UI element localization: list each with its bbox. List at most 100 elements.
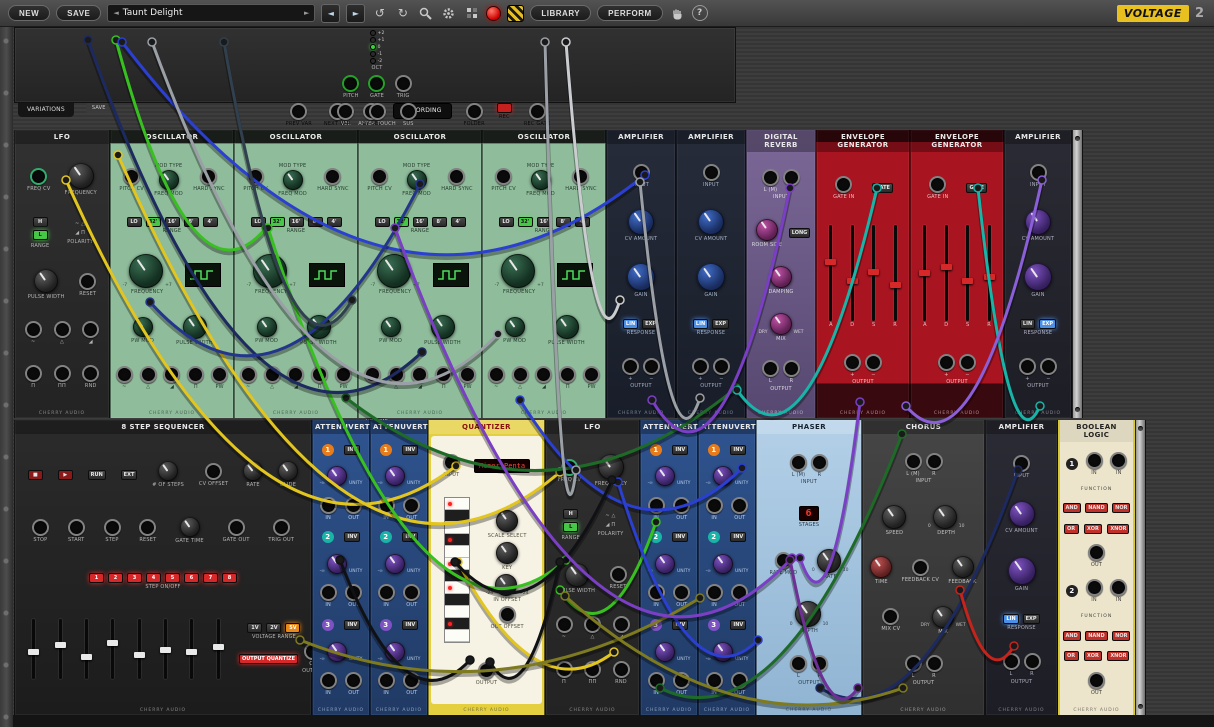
in-jack[interactable]	[706, 672, 723, 689]
8-button[interactable]: 8'	[432, 217, 447, 227]
input-jack[interactable]	[1013, 455, 1030, 472]
lin-button[interactable]: LIN	[623, 319, 638, 329]
slider-A[interactable]	[919, 225, 930, 321]
input-jack[interactable]	[633, 164, 650, 181]
exp-button[interactable]: EXP	[1039, 319, 1056, 329]
quantizer-keyboard[interactable]	[444, 497, 470, 643]
rnd-jack[interactable]	[82, 365, 99, 382]
32-button[interactable]: 32'	[394, 217, 409, 227]
folder-jack[interactable]	[466, 103, 483, 120]
inv-button[interactable]: INV	[402, 620, 418, 630]
trig-jack[interactable]	[395, 75, 412, 92]
item-jack[interactable]	[25, 321, 42, 338]
4-button[interactable]: 4'	[203, 217, 218, 227]
start-jack[interactable]	[68, 519, 85, 536]
frequency-knob[interactable]	[129, 254, 163, 288]
lo-button[interactable]: LO	[499, 217, 514, 227]
out-jack[interactable]	[1088, 672, 1105, 689]
in-jack[interactable]	[320, 672, 337, 689]
in-jack[interactable]	[1086, 579, 1103, 596]
knob-knob[interactable]	[713, 554, 733, 574]
inv-button[interactable]: INV	[402, 532, 418, 542]
in-jack[interactable]	[378, 497, 395, 514]
record-button[interactable]	[486, 6, 501, 21]
+-jack[interactable]	[622, 358, 639, 375]
inv-button[interactable]: INV	[344, 620, 360, 630]
rate-knob[interactable]	[243, 461, 263, 481]
library-button[interactable]: LIBRARY	[530, 5, 591, 21]
item-jack[interactable]	[865, 354, 882, 371]
8-button[interactable]: 8'	[308, 217, 323, 227]
pw-jack[interactable]	[583, 366, 600, 383]
frequency-knob[interactable]	[253, 254, 287, 288]
item-jack[interactable]	[388, 366, 405, 383]
out-jack[interactable]	[403, 584, 420, 601]
in-jack[interactable]	[648, 584, 665, 601]
lo-button[interactable]: LO	[127, 217, 142, 227]
lo-button[interactable]: LO	[251, 217, 266, 227]
pulse-width-knob[interactable]	[555, 315, 579, 339]
7-button[interactable]: 7	[203, 573, 218, 583]
slider-D[interactable]	[847, 225, 858, 321]
item-jack[interactable]	[163, 366, 180, 383]
slider-S[interactable]	[868, 225, 879, 321]
item-jack[interactable]	[535, 366, 552, 383]
knob-knob[interactable]	[713, 466, 733, 486]
forward-button[interactable]: ►	[346, 4, 365, 23]
r-jack[interactable]	[783, 360, 800, 377]
in-jack[interactable]	[320, 584, 337, 601]
and-button[interactable]: AND	[1063, 503, 1081, 513]
output-jack[interactable]	[478, 662, 495, 679]
in-jack[interactable]	[706, 497, 723, 514]
r-jack[interactable]	[811, 454, 828, 471]
knob-knob[interactable]	[327, 554, 347, 574]
32-button[interactable]: 32'	[146, 217, 161, 227]
16-button[interactable]: 16'	[413, 217, 428, 227]
exp-button[interactable]: EXP	[1023, 614, 1040, 624]
waveform-display[interactable]	[557, 263, 593, 287]
2v-button[interactable]: 2V	[266, 623, 281, 633]
item-jack[interactable]	[311, 366, 328, 383]
out-jack[interactable]	[345, 584, 362, 601]
inv-button[interactable]: INV	[730, 620, 746, 630]
speed-knob[interactable]	[882, 505, 906, 529]
knob-knob[interactable]	[327, 466, 347, 486]
out-jack[interactable]	[731, 497, 748, 514]
gate-in-jack[interactable]	[835, 176, 852, 193]
freq-mod-knob[interactable]	[283, 170, 303, 190]
hard-sync-jack[interactable]	[572, 168, 589, 185]
xnor-button[interactable]: XNOR	[1107, 524, 1129, 534]
item-jack[interactable]	[82, 321, 99, 338]
preset-selector[interactable]: ◄ Taunt Delight ►	[107, 4, 315, 22]
in-jack[interactable]	[1110, 579, 1127, 596]
gain-knob[interactable]	[627, 263, 655, 291]
pitch-cv-jack[interactable]	[495, 168, 512, 185]
32-button[interactable]: 32'	[270, 217, 285, 227]
out-jack[interactable]	[731, 672, 748, 689]
inv-button[interactable]: INV	[730, 445, 746, 455]
in-jack[interactable]	[648, 672, 665, 689]
r-jack[interactable]	[1024, 653, 1041, 670]
16-button[interactable]: 16'	[165, 217, 180, 227]
and-button[interactable]: AND	[1063, 631, 1081, 641]
rec-button[interactable]	[497, 103, 512, 113]
inv-button[interactable]: INV	[672, 445, 688, 455]
long-button[interactable]: LONG	[789, 228, 811, 238]
item-jack[interactable]	[556, 661, 573, 678]
h-button[interactable]: H	[563, 509, 578, 519]
stop-jack[interactable]	[32, 519, 49, 536]
item-jack[interactable]	[1040, 358, 1057, 375]
inv-button[interactable]: INV	[730, 532, 746, 542]
pw-jack[interactable]	[335, 366, 352, 383]
in-jack[interactable]	[1086, 452, 1103, 469]
8-button[interactable]: 8'	[556, 217, 571, 227]
depth-knob[interactable]	[933, 505, 957, 529]
gain-knob[interactable]	[1024, 263, 1052, 291]
out-jack[interactable]	[673, 497, 690, 514]
item-jack[interactable]	[140, 366, 157, 383]
16-button[interactable]: 16'	[537, 217, 552, 227]
4-button[interactable]: 4	[146, 573, 161, 583]
cv-offset-jack[interactable]	[205, 463, 222, 480]
nand-button[interactable]: NAND	[1085, 631, 1107, 641]
freq-cv-jack[interactable]	[561, 459, 578, 476]
